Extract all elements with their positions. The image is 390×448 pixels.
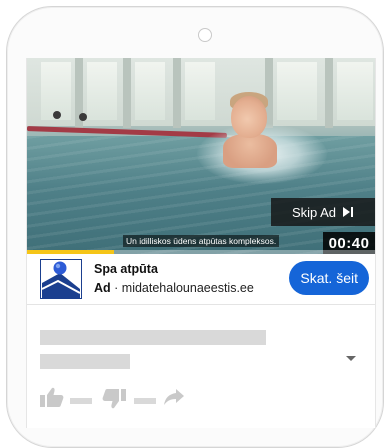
video-swimmer (53, 111, 61, 119)
phone-screen: Skip Ad Un idilliskos ūdens atpūtas komp… (26, 58, 376, 428)
skip-ad-label: Skip Ad (291, 204, 337, 220)
thumbs-down-icon[interactable] (102, 389, 126, 414)
video-child-body (223, 134, 277, 168)
ad-title: Spa atpūta (94, 262, 158, 276)
video-child-head (231, 96, 267, 138)
skip-ad-button[interactable]: Skip Ad (271, 198, 375, 226)
video-swimmer (79, 113, 87, 121)
ad-domain: midatehalounaeestis.ee (121, 281, 254, 295)
camera-icon (198, 28, 212, 42)
video-window (87, 62, 117, 120)
video-title-placeholder (40, 330, 266, 345)
dislike-count-placeholder (134, 398, 156, 404)
video-window (135, 62, 165, 120)
ad-badge: Ad (94, 281, 111, 295)
video-window (337, 62, 373, 120)
thumbs-up-icon[interactable] (40, 387, 64, 412)
ad-info-bar[interactable]: Spa atpūta Ad · midatehalounaeestis.ee S… (27, 254, 375, 305)
spa-logo (40, 259, 82, 299)
chevron-down-icon[interactable] (345, 350, 357, 368)
share-arrow-icon[interactable] (164, 389, 184, 410)
visit-site-button[interactable]: Skat. šeit (289, 261, 369, 295)
ad-separator: · (110, 281, 122, 295)
video-pillar (123, 58, 131, 128)
ad-meta: Ad · midatehalounaeestis.ee (94, 281, 254, 295)
video-pillar (325, 58, 333, 128)
like-count-placeholder (70, 398, 92, 404)
video-pillar (173, 58, 181, 128)
skip-next-icon (343, 207, 354, 217)
video-player[interactable]: Skip Ad Un idilliskos ūdens atpūtas komp… (27, 58, 375, 254)
video-window (185, 62, 215, 120)
video-window (277, 62, 317, 120)
video-caption: Un idilliskos ūdens atpūtas kompleksos. (123, 235, 280, 247)
video-subtitle-placeholder (40, 354, 130, 369)
